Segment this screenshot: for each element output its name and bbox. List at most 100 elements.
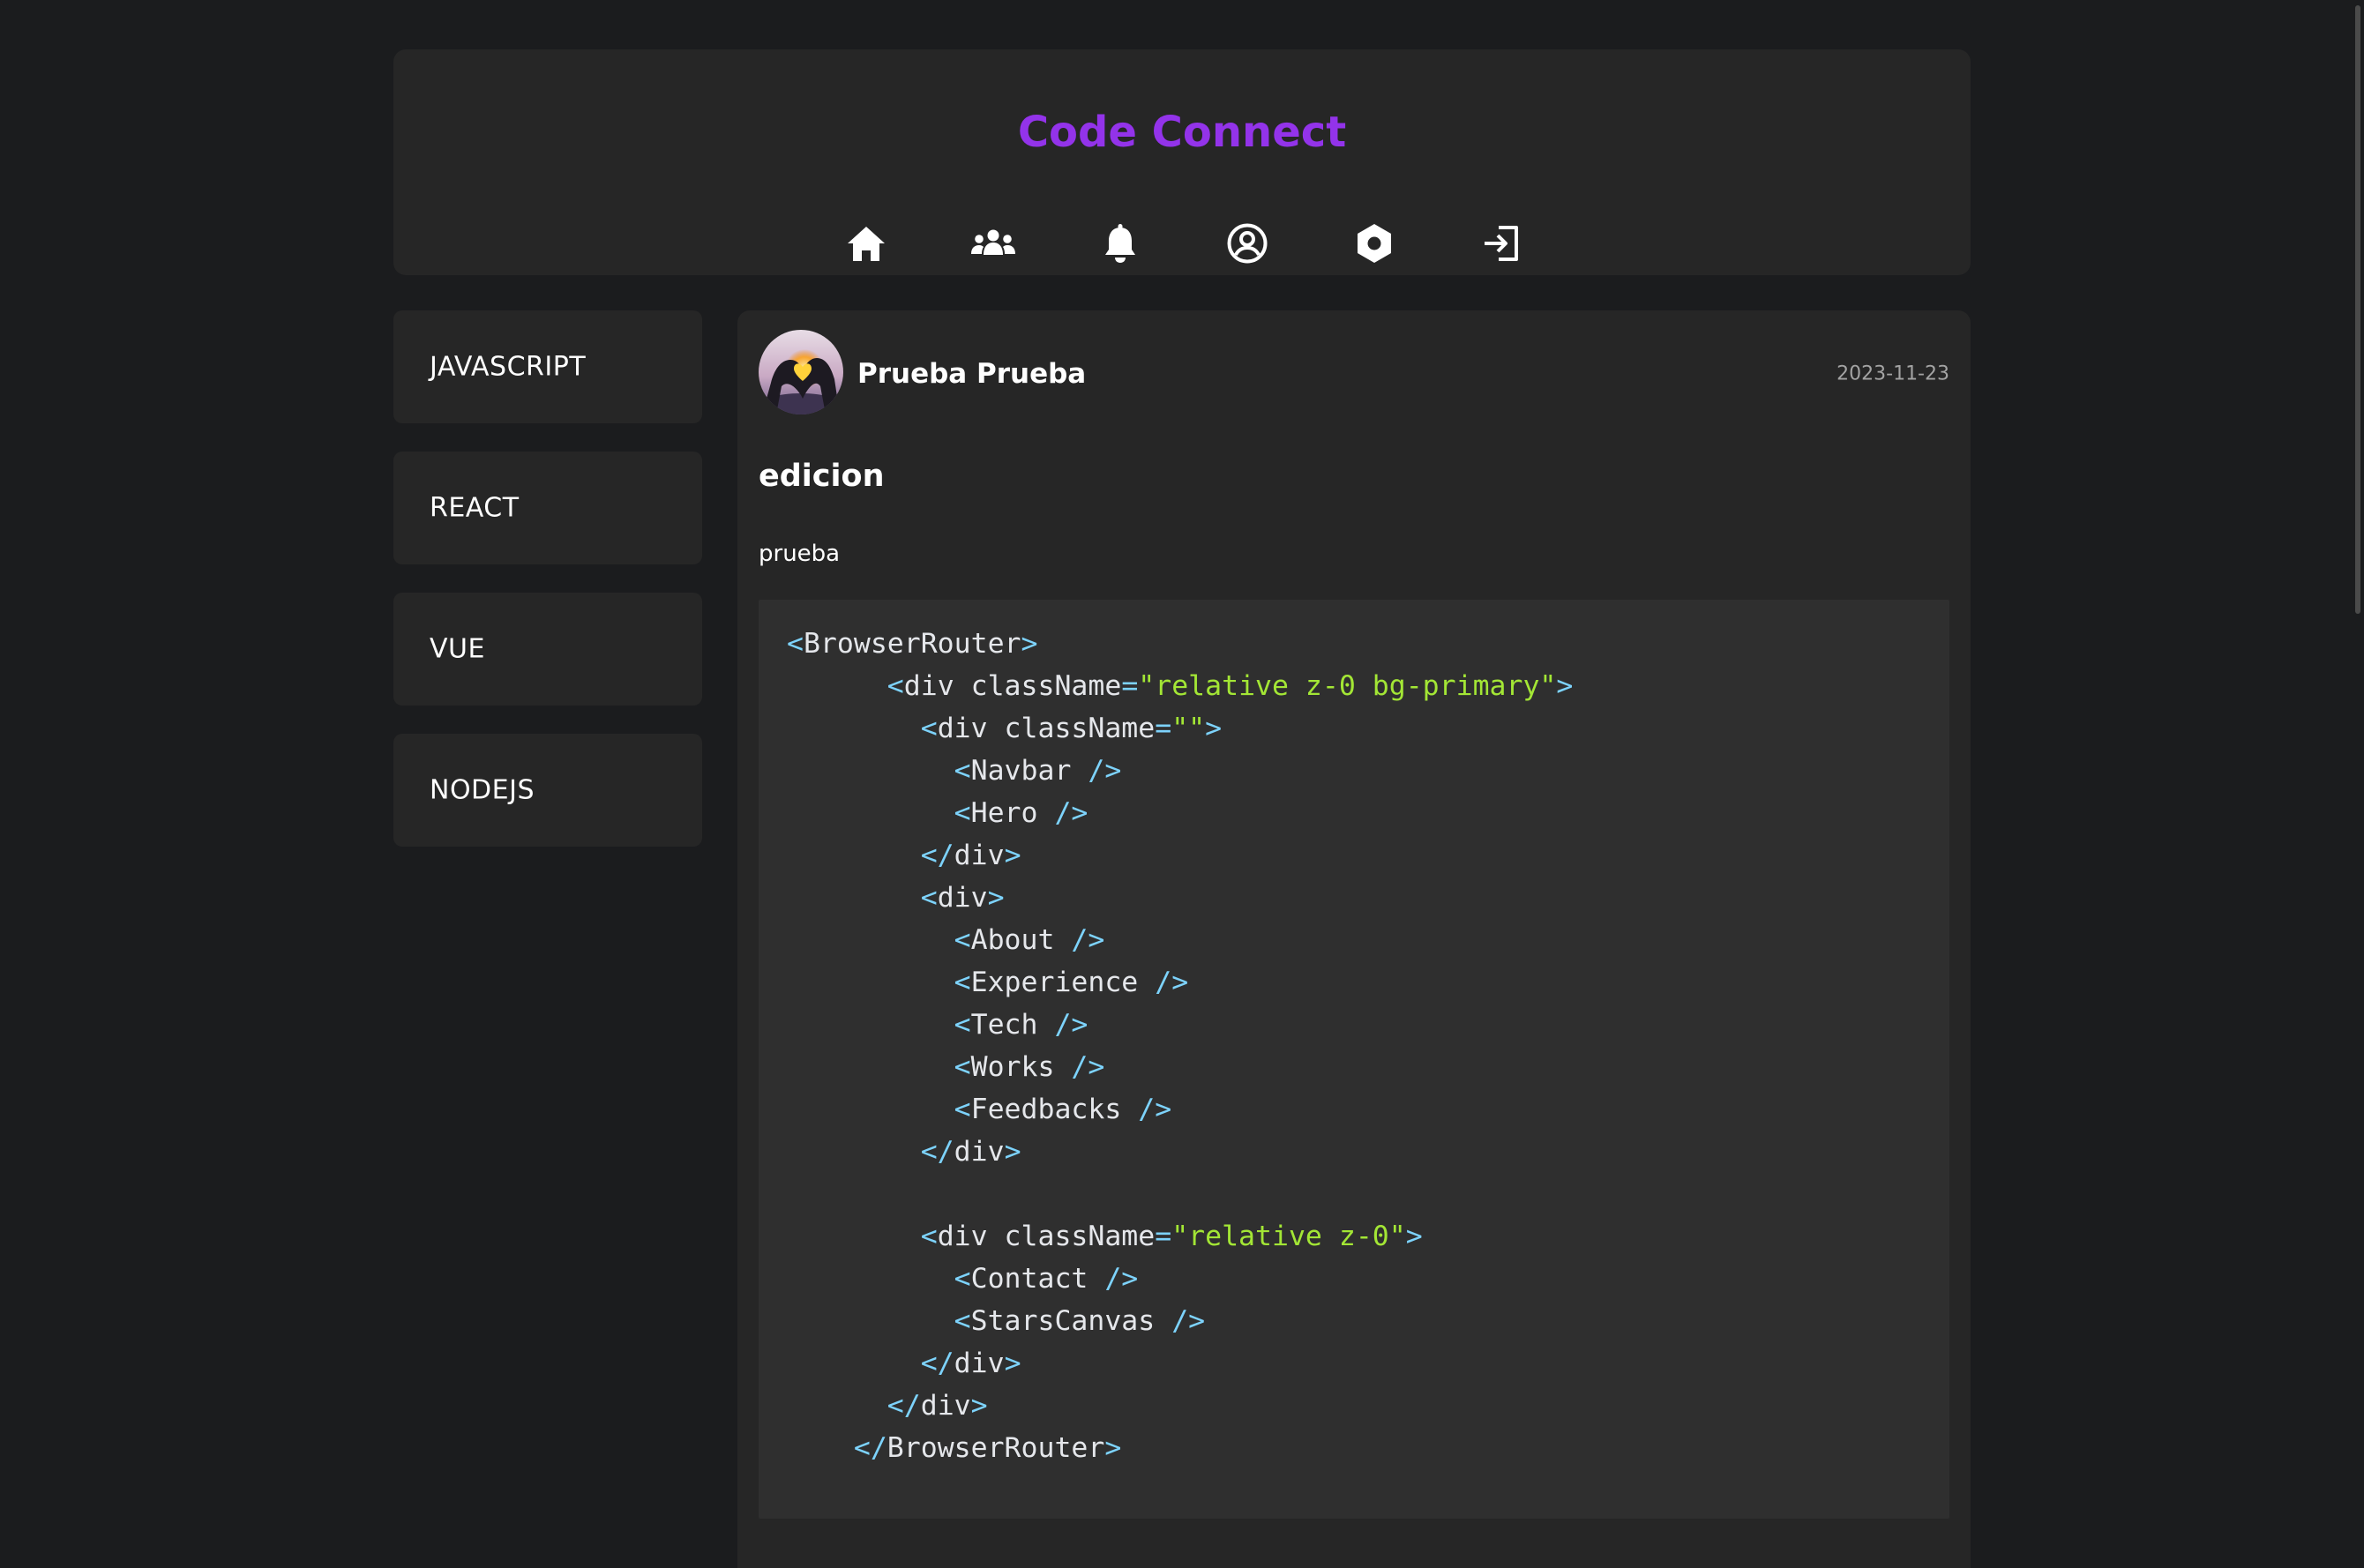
sidebar-item-label: REACT xyxy=(430,492,520,524)
code-token: className xyxy=(1004,713,1156,744)
code-token: </ xyxy=(920,1136,954,1168)
code-line: </BrowserRouter> xyxy=(787,1427,1121,1469)
code-token: </ xyxy=(920,1348,954,1379)
user-circle-icon xyxy=(1227,223,1268,264)
code-line: <About /> xyxy=(787,919,1105,961)
code-token: < xyxy=(954,967,971,998)
code-block: <BrowserRouter> <div className="relative… xyxy=(759,600,1949,1519)
code-token: Navbar xyxy=(970,755,1088,787)
code-token: < xyxy=(954,1094,971,1125)
code-token: < xyxy=(920,1221,938,1252)
code-line: <div className="relative z-0 bg-primary"… xyxy=(787,665,1574,707)
code-token: </ xyxy=(920,840,954,871)
sidebar-item-label: NODEJS xyxy=(430,774,535,806)
home-icon xyxy=(848,227,885,261)
code-token: /> xyxy=(1054,1009,1088,1041)
code-token: < xyxy=(954,1305,971,1337)
code-line: <Tech /> xyxy=(787,1004,1088,1046)
code-token: /> xyxy=(1155,967,1189,998)
code-token: BrowserRouter xyxy=(803,628,1021,660)
code-line: </div> xyxy=(787,1342,1021,1385)
logout-icon xyxy=(1485,226,1518,261)
brand-title: Code Connect xyxy=(1017,108,1347,157)
code-token: < xyxy=(920,713,938,744)
code-token: < xyxy=(954,1263,971,1295)
sidebar-item-nodejs[interactable]: NODEJS xyxy=(393,734,702,847)
sidebar-item-label: VUE xyxy=(430,633,485,665)
code-token: About xyxy=(970,924,1072,956)
page-scrollbar[interactable] xyxy=(2348,0,2364,1568)
code-line: <div> xyxy=(787,877,1005,919)
code-token: Works xyxy=(970,1051,1072,1083)
code-line: <Contact /> xyxy=(787,1258,1139,1300)
code-token: > xyxy=(1556,670,1574,702)
code-line: <BrowserRouter> xyxy=(787,623,1037,665)
code-token: > xyxy=(1405,1221,1423,1252)
code-token: < xyxy=(954,797,971,829)
code-token: div xyxy=(903,670,971,702)
code-token: Hero xyxy=(970,797,1055,829)
main-nav xyxy=(393,198,1971,296)
code-line: <Feedbacks /> xyxy=(787,1088,1172,1131)
code-token: > xyxy=(1104,1432,1122,1464)
post-date: 2023-11-23 xyxy=(1837,362,1949,385)
code-line: <Works /> xyxy=(787,1046,1105,1088)
code-token: < xyxy=(954,755,971,787)
top-header: Code Connect xyxy=(393,49,1971,275)
avatar-image xyxy=(759,330,843,414)
code-token: div xyxy=(954,1136,1005,1168)
code-token: Feedbacks xyxy=(970,1094,1139,1125)
code-token: Contact xyxy=(970,1263,1105,1295)
code-line: <Navbar /> xyxy=(787,750,1122,792)
nav-settings-button[interactable] xyxy=(1350,219,1399,268)
code-token: < xyxy=(920,882,938,914)
code-token: = xyxy=(1155,713,1172,744)
avatar[interactable] xyxy=(759,330,843,414)
code-token: /> xyxy=(1054,797,1088,829)
settings-icon xyxy=(1358,224,1391,263)
code-token: = xyxy=(1155,1221,1172,1252)
sidebar-item-vue[interactable]: VUE xyxy=(393,593,702,706)
code-token: /> xyxy=(1104,1263,1139,1295)
nav-community-button[interactable] xyxy=(969,219,1018,268)
nav-home-button[interactable] xyxy=(842,219,891,268)
code-line: <StarsCanvas /> xyxy=(787,1300,1205,1342)
code-line: </div> xyxy=(787,1385,988,1427)
code-token: > xyxy=(970,1390,988,1422)
nav-logout-button[interactable] xyxy=(1477,219,1526,268)
sidebar-item-javascript[interactable]: JAVASCRIPT xyxy=(393,310,702,423)
code-token: < xyxy=(954,924,971,956)
code-token: < xyxy=(954,1051,971,1083)
code-token: > xyxy=(987,882,1005,914)
scrollbar-thumb[interactable] xyxy=(2355,5,2360,614)
code-token: > xyxy=(1004,1136,1021,1168)
post-title: edicion xyxy=(759,459,885,494)
post-card: Prueba Prueba 2023-11-23 edicion prueba … xyxy=(737,310,1971,1568)
code-token: div xyxy=(920,1390,971,1422)
app-page: Code Connect JAVASCRIPT REACT VUE NODEJS… xyxy=(0,0,2364,1568)
nav-profile-button[interactable] xyxy=(1223,219,1272,268)
code-token: > xyxy=(1004,840,1021,871)
sidebar-item-label: JAVASCRIPT xyxy=(430,351,587,383)
code-line: </div> xyxy=(787,834,1021,877)
code-token: </ xyxy=(886,1390,921,1422)
nav-notifications-button[interactable] xyxy=(1096,219,1145,268)
post-author[interactable]: Prueba Prueba xyxy=(857,358,1086,390)
sidebar-item-react[interactable]: REACT xyxy=(393,452,702,564)
code-token: div xyxy=(954,1348,1005,1379)
